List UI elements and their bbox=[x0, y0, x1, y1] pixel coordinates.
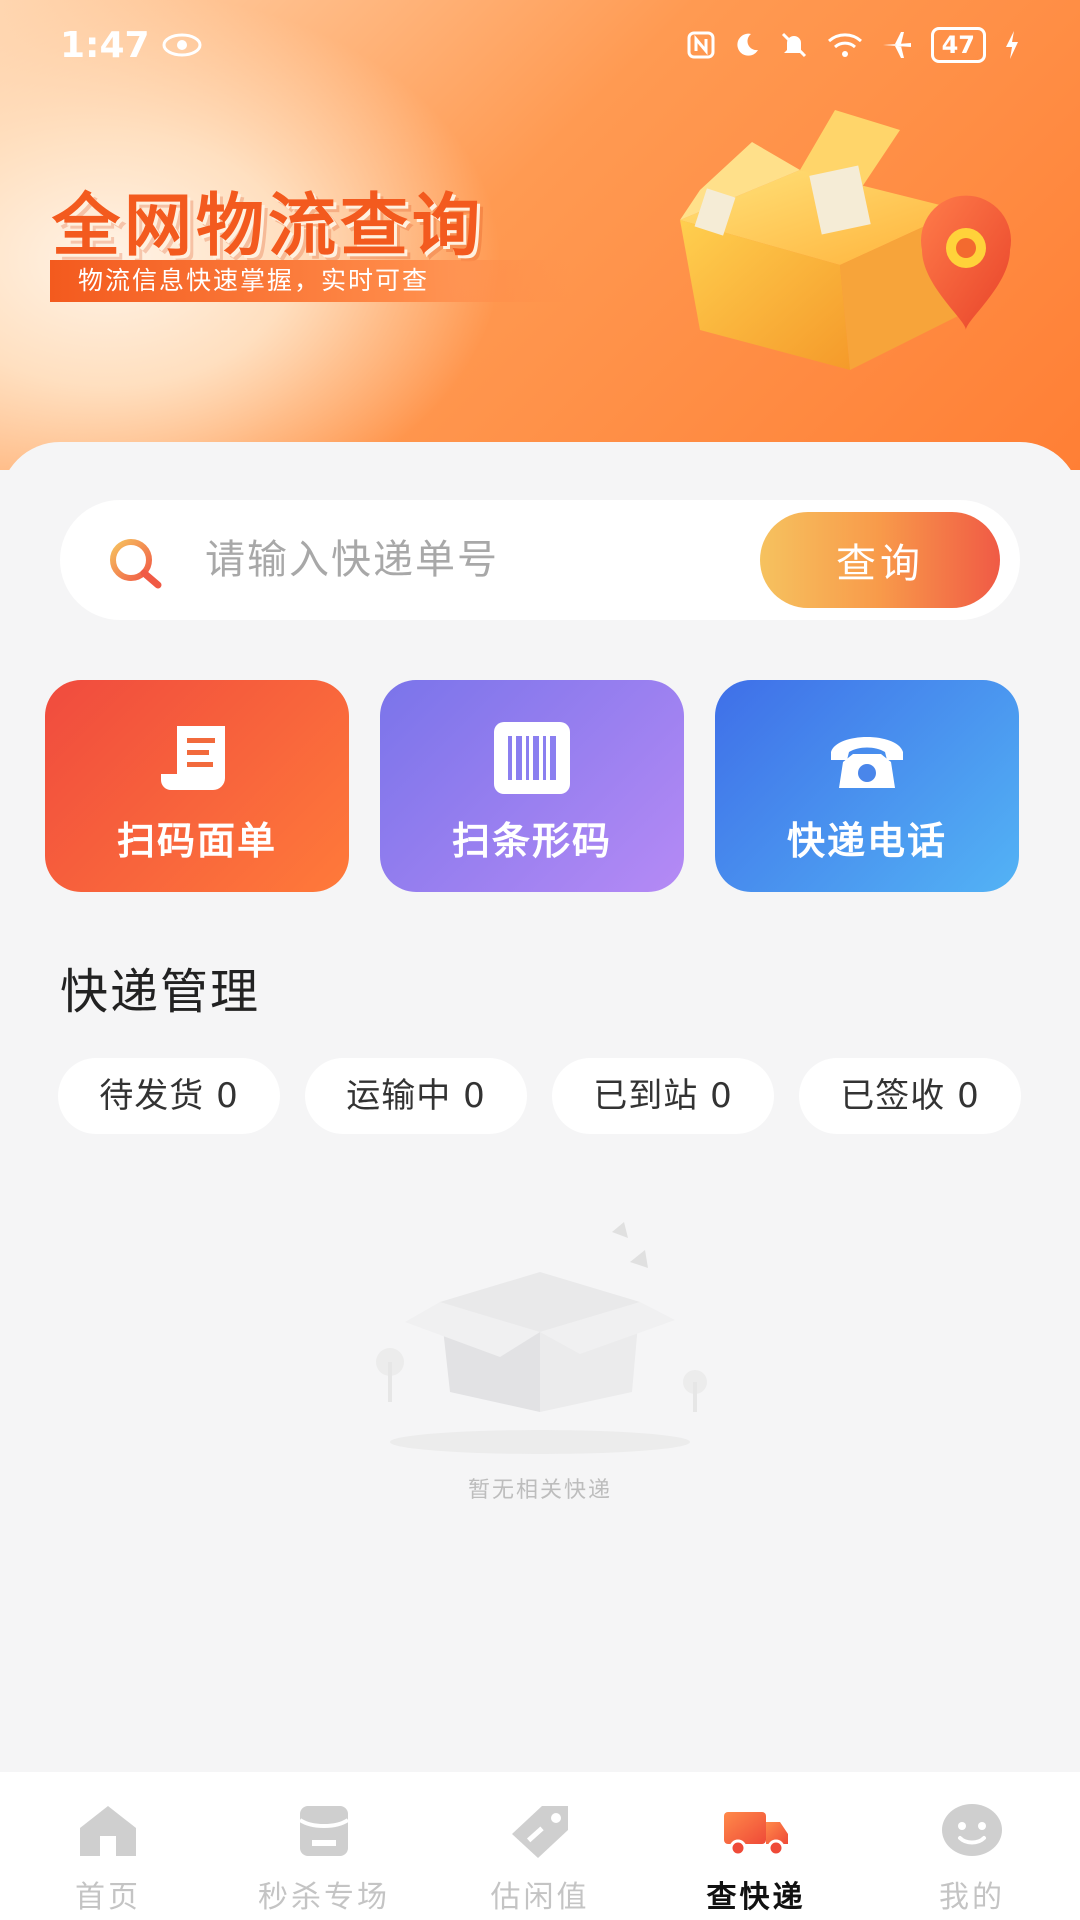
scan-barcode-button[interactable]: 扫条形码 bbox=[380, 680, 684, 892]
mute-icon bbox=[781, 32, 806, 58]
status-time: 1:47 bbox=[60, 24, 150, 66]
tab-label: 秒杀专场 bbox=[258, 1880, 390, 1915]
chip-signed[interactable]: 已签收 0 bbox=[799, 1058, 1021, 1134]
tab-label: 首页 bbox=[75, 1880, 141, 1915]
banner-subtitle: 物流信息快速掌握，实时可查 bbox=[50, 260, 570, 302]
tab-valuation[interactable]: 估闲值 bbox=[432, 1772, 648, 1920]
receipt-icon bbox=[161, 726, 225, 790]
action-label: 扫条形码 bbox=[451, 819, 612, 863]
action-label: 快递电话 bbox=[786, 819, 947, 863]
tab-home[interactable]: 首页 bbox=[0, 1772, 216, 1920]
courier-phone-button[interactable]: 快递电话 bbox=[715, 680, 1019, 892]
phone-icon bbox=[831, 737, 903, 788]
scan-waybill-button[interactable]: 扫码面单 bbox=[45, 680, 349, 892]
search-icon bbox=[110, 539, 162, 589]
delivery-truck-icon bbox=[724, 1812, 788, 1857]
barcode-icon bbox=[494, 722, 570, 794]
tab-label: 查快递 bbox=[706, 1880, 806, 1915]
airplane-icon bbox=[882, 32, 911, 58]
moon-icon bbox=[736, 33, 758, 56]
empty-state-text: 暂无相关快递 bbox=[467, 1478, 612, 1503]
chip-pending-shipment[interactable]: 待发货 0 bbox=[58, 1058, 280, 1134]
package-location-icon bbox=[680, 110, 1011, 370]
header-banner: 1:47 47 全网物流查询 物流信息快速掌握，实时可查 bbox=[0, 0, 1080, 470]
battery-icon: 47 bbox=[930, 27, 986, 63]
charging-icon bbox=[1006, 31, 1018, 59]
chip-in-transit[interactable]: 运输中 0 bbox=[305, 1058, 527, 1134]
profile-face-icon bbox=[942, 1804, 1002, 1856]
tab-track-delivery[interactable]: 查快递 bbox=[648, 1772, 864, 1920]
tab-label: 估闲值 bbox=[490, 1880, 590, 1915]
tab-profile[interactable]: 我的 bbox=[864, 1772, 1080, 1920]
banner-title: 全网物流查询 bbox=[52, 187, 485, 266]
home-icon bbox=[80, 1806, 136, 1856]
flash-sale-icon bbox=[298, 1806, 350, 1856]
status-bar: 1:47 47 bbox=[0, 0, 1080, 90]
tracking-number-input[interactable] bbox=[205, 530, 805, 590]
eye-icon bbox=[162, 33, 202, 57]
empty-box-icon bbox=[376, 1222, 707, 1454]
quick-actions: 扫码面单 扫条形码 快递电话 bbox=[45, 680, 1035, 892]
chip-arrived[interactable]: 已到站 0 bbox=[552, 1058, 774, 1134]
main-card: 查询 扫码面单 扫条形码 bbox=[0, 442, 1080, 1772]
bottom-tab-bar: 首页 秒杀专场 估闲值 查快递 我的 bbox=[0, 1772, 1080, 1920]
section-title: 快递管理 bbox=[60, 964, 261, 1020]
status-filter-chips: 待发货 0 运输中 0 已到站 0 已签收 0 bbox=[58, 1058, 1024, 1134]
tab-flash-sale[interactable]: 秒杀专场 bbox=[216, 1772, 432, 1920]
wifi-icon bbox=[827, 33, 862, 57]
query-button[interactable]: 查询 bbox=[760, 512, 1000, 608]
nfc-icon bbox=[687, 31, 715, 59]
price-tag-icon bbox=[512, 1806, 568, 1858]
action-label: 扫码面单 bbox=[116, 819, 277, 863]
search-bar: 查询 bbox=[60, 500, 1020, 620]
tab-label: 我的 bbox=[939, 1880, 1005, 1915]
